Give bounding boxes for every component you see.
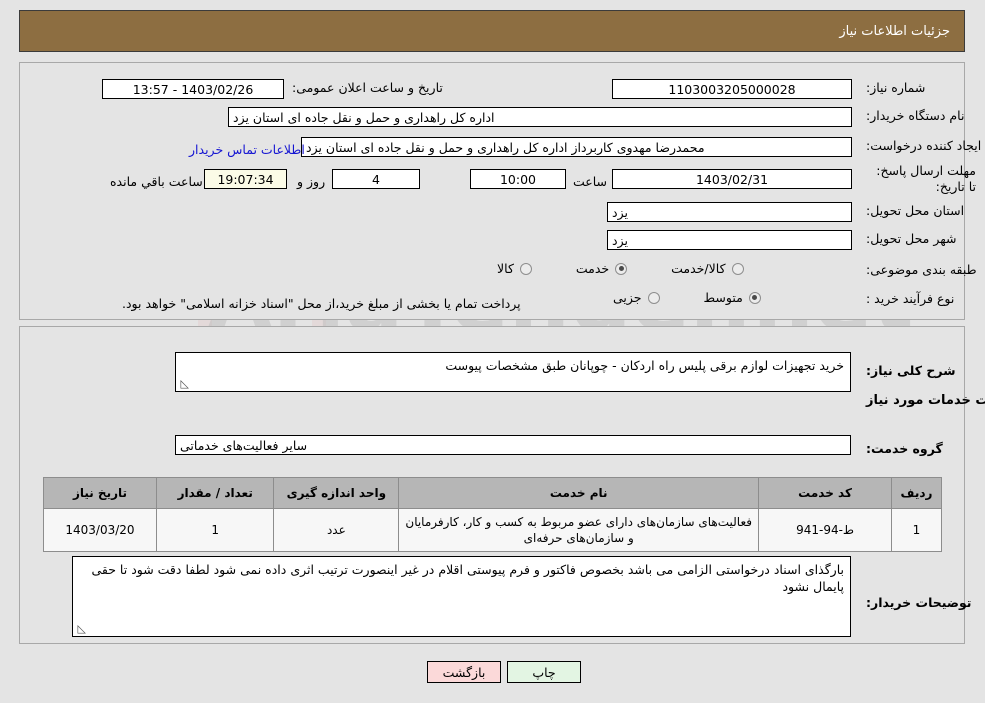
radio-purchase-jozei[interactable]: جزیی [613, 290, 660, 305]
need-number-label: شماره نیاز: [866, 80, 926, 95]
need-number-field[interactable]: 1103003205000028 [612, 79, 852, 99]
radio-category-kala-khedmat[interactable]: کالا/خدمت [671, 261, 744, 276]
countdown-timer-field: 19:07:34 [204, 169, 287, 189]
cell-service-name: فعالیت‌های سازمان‌های دارای عضو مربوط به… [398, 508, 760, 552]
announce-datetime-field[interactable]: 1403/02/26 - 13:57 [102, 79, 284, 99]
cell-row-no: 1 [890, 508, 943, 552]
cell-need-date: 1403/03/20 [43, 508, 157, 552]
radio-category-khedmat[interactable]: خدمت [575, 261, 628, 276]
radio-icon[interactable] [748, 291, 761, 304]
city-label: شهر محل تحویل: [866, 231, 957, 246]
buyer-notes-text: بارگذای اسناد درخواستی الزامی می باشد بخ… [91, 562, 844, 594]
request-creator-field[interactable]: محمدرضا مهدوی کاربرداز اداره کل راهداری … [301, 137, 852, 157]
th-row-no: ردیف [890, 477, 943, 509]
print-button[interactable]: چاپ [507, 661, 581, 683]
general-description-row: شرح کلی نیاز: [866, 360, 955, 379]
back-button[interactable]: بازگشت [427, 661, 501, 683]
province-field[interactable]: یزد [607, 202, 852, 222]
buyer-contact-link[interactable]: اطلاعات تماس خریدار [189, 142, 305, 157]
buyer-org-row: نام دستگاه خریدار: [866, 108, 964, 123]
radio-icon[interactable] [647, 291, 660, 304]
purchase-type-note: پرداخت تمام یا بخشی از مبلغ خرید،از محل … [122, 296, 521, 311]
radio-icon[interactable] [731, 262, 744, 275]
radio-label: جزیی [613, 290, 642, 305]
need-number-row: شماره نیاز: [866, 80, 925, 95]
resize-handle-icon[interactable]: ◺ [76, 623, 86, 634]
th-quantity: تعداد / مقدار [155, 477, 275, 509]
th-need-date: تاریخ نیاز [43, 477, 157, 509]
buyer-notes-textarea[interactable]: بارگذای اسناد درخواستی الزامی می باشد بخ… [72, 556, 851, 637]
radio-icon[interactable] [519, 262, 532, 275]
radio-label: کالا/خدمت [671, 261, 726, 276]
th-unit: واحد اندازه گیری [273, 477, 400, 509]
table-row: 1 ط-94-941 فعالیت‌های سازمان‌های دارای ع… [43, 508, 943, 552]
cell-quantity: 1 [155, 508, 275, 552]
th-service-code: کد خدمت [758, 477, 892, 509]
service-group-row: گروه خدمت: [866, 438, 943, 457]
category-row: طبقه بندی موضوعی: [866, 262, 977, 277]
deadline-row: مهلت ارسال پاسخ: تا تاریخ: [866, 163, 976, 195]
radio-purchase-motevaset[interactable]: متوسط [704, 290, 761, 305]
buyer-notes-row: توضیحات خریدار: [866, 592, 972, 611]
deadline-label: مهلت ارسال پاسخ: تا تاریخ: [876, 163, 976, 194]
page-root: AriaTender.net جزئیات اطلاعات نیاز شماره… [0, 0, 985, 703]
purchase-type-label: نوع فرآیند خرید : [866, 291, 955, 306]
cell-service-code: ط-94-941 [758, 508, 892, 552]
city-row: شهر محل تحویل: [866, 231, 956, 246]
service-group-field[interactable]: سایر فعالیت‌های خدماتی [175, 435, 851, 455]
countdown-label: ساعت باقي مانده [110, 174, 203, 189]
province-row: استان محل تحویل: [866, 203, 964, 218]
deadline-days-field[interactable]: 4 [332, 169, 420, 189]
radio-category-kala[interactable]: کالا [497, 261, 532, 276]
announce-datetime-label: تاریخ و ساعت اعلان عمومی: [292, 80, 443, 95]
purchase-type-row: نوع فرآیند خرید : [866, 291, 954, 306]
page-title: جزئیات اطلاعات نیاز [839, 23, 950, 39]
radio-label: کالا [497, 261, 514, 276]
purchase-type-radio-group: متوسط جزیی [613, 290, 793, 305]
page-header-bar: جزئیات اطلاعات نیاز [19, 10, 965, 52]
general-description-text: خرید تجهیزات لوازم برقی پلیس راه اردکان … [445, 358, 844, 373]
category-label: طبقه بندی موضوعی: [866, 262, 977, 277]
city-field[interactable]: یزد [607, 230, 852, 250]
request-creator-row: ایجاد کننده درخواست: [866, 138, 981, 153]
table-header-row: ردیف کد خدمت نام خدمت واحد اندازه گیری ت… [43, 477, 943, 509]
radio-label: خدمت [575, 261, 610, 276]
services-section-title: اطلاعات خدمات مورد نیاز [866, 393, 985, 408]
radio-label: متوسط [703, 290, 743, 305]
category-radio-group: کالا/خدمت خدمت کالا [497, 261, 793, 276]
deadline-time-field[interactable]: 10:00 [470, 169, 566, 189]
general-description-label: شرح کلی نیاز: [866, 363, 956, 378]
deadline-time-label: ساعت [573, 174, 608, 189]
deadline-days-label: روز و [297, 174, 326, 189]
th-service-name: نام خدمت [398, 477, 760, 509]
buyer-org-field[interactable]: اداره کل راهداری و حمل و نقل جاده ای است… [228, 107, 852, 127]
resize-handle-icon[interactable]: ◺ [179, 378, 189, 389]
buyer-org-label: نام دستگاه خریدار: [866, 108, 965, 123]
buyer-notes-label: توضیحات خریدار: [866, 595, 972, 610]
services-table: ردیف کد خدمت نام خدمت واحد اندازه گیری ت… [43, 477, 943, 552]
radio-icon[interactable] [615, 262, 628, 275]
cell-unit: عدد [273, 508, 400, 552]
province-label: استان محل تحویل: [866, 203, 965, 218]
deadline-date-field[interactable]: 1403/02/31 [612, 169, 852, 189]
general-description-textarea[interactable]: خرید تجهیزات لوازم برقی پلیس راه اردکان … [175, 352, 851, 392]
service-group-label: گروه خدمت: [866, 441, 943, 456]
need-info-panel [19, 62, 965, 320]
announce-datetime-row: تاریخ و ساعت اعلان عمومی: [292, 80, 443, 95]
request-creator-label: ایجاد کننده درخواست: [866, 138, 982, 153]
